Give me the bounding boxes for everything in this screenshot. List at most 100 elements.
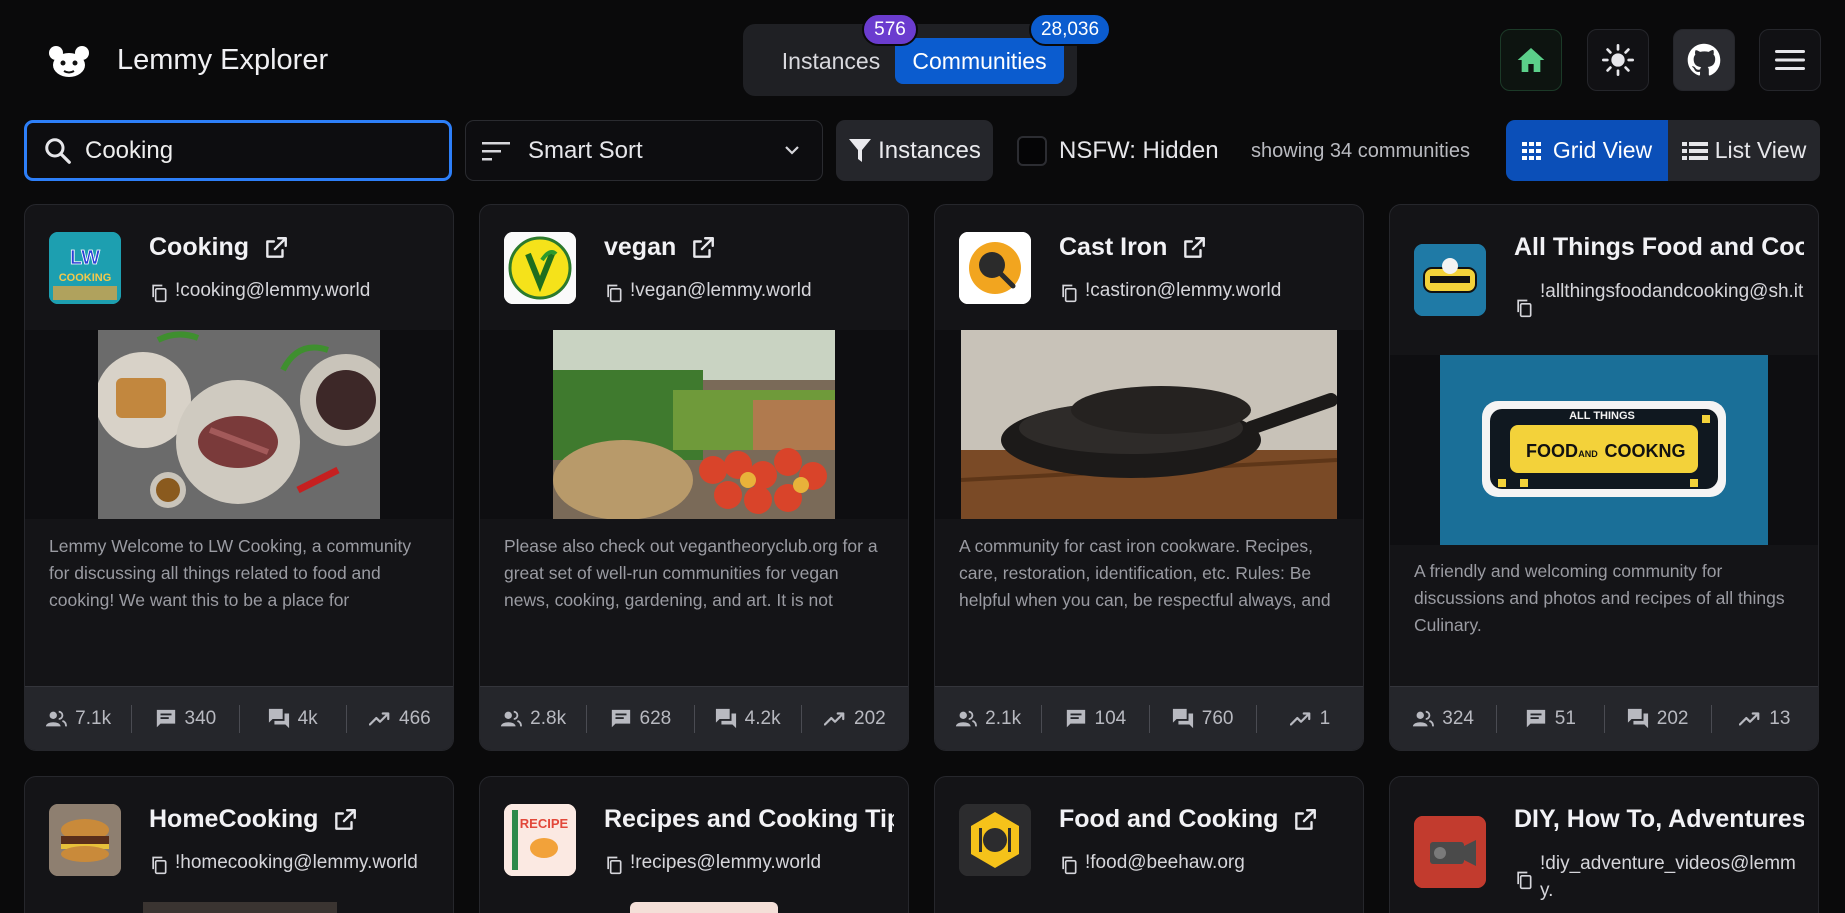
avatar-lettering: LW xyxy=(70,247,100,269)
community-title[interactable]: Cooking xyxy=(149,233,439,262)
copy-icon[interactable] xyxy=(604,283,624,303)
comments-icon xyxy=(1627,708,1649,730)
comments-stat: 4k xyxy=(240,708,346,730)
subscribers-stat: 324 xyxy=(1390,708,1496,730)
instances-count-badge: 576 xyxy=(862,13,918,46)
instances-filter-label: Instances xyxy=(878,136,981,164)
top-bar: Lemmy Explorer Instances Communities 576… xyxy=(0,0,1845,120)
external-link-icon[interactable] xyxy=(332,807,358,833)
github-icon xyxy=(1687,43,1721,76)
trend-stat: 13 xyxy=(1712,708,1818,730)
list-view-label: List View xyxy=(1714,137,1807,163)
nsfw-label[interactable]: NSFW: Hidden xyxy=(1059,137,1219,165)
community-handle[interactable]: !allthingsfoodandcooking@sh.it xyxy=(1514,280,1804,318)
posts-stat: 51 xyxy=(1497,708,1603,730)
community-banner xyxy=(25,330,453,519)
users-icon xyxy=(955,708,977,730)
community-title[interactable]: Cast Iron xyxy=(1059,233,1349,262)
banner-lettering: COOKNG xyxy=(1605,441,1686,461)
community-stats: 2.1k 104 760 1 xyxy=(935,686,1363,750)
community-handle[interactable]: !diy_adventure_videos@lemmy. xyxy=(1514,852,1804,904)
community-handle[interactable]: !homecooking@lemmy.world xyxy=(149,852,439,875)
community-title[interactable]: HomeCooking xyxy=(149,805,439,834)
community-card[interactable]: LW COOKING Cooking !cooking@lemmy.world L… xyxy=(24,204,454,751)
sort-select[interactable]: Smart Sort xyxy=(465,120,823,181)
community-avatar[interactable] xyxy=(49,804,121,876)
copy-icon[interactable] xyxy=(604,855,624,875)
results-count: showing 34 communities xyxy=(1251,140,1470,162)
trending-up-icon xyxy=(1290,708,1312,730)
community-card[interactable]: Cast Iron !castiron@lemmy.world A commun… xyxy=(934,204,1364,751)
lemmy-logo-icon[interactable] xyxy=(47,45,91,79)
trending-up-icon xyxy=(1739,708,1761,730)
community-handle[interactable]: !castiron@lemmy.world xyxy=(1059,280,1349,303)
community-avatar[interactable] xyxy=(1414,816,1486,888)
banner-lettering: FOOD xyxy=(1526,441,1578,461)
copy-icon[interactable] xyxy=(1514,870,1534,890)
trending-up-icon xyxy=(369,708,391,730)
search-icon xyxy=(45,137,71,164)
copy-icon[interactable] xyxy=(149,283,169,303)
comments-icon xyxy=(715,708,737,730)
subscribers-stat: 2.8k xyxy=(480,708,586,730)
community-avatar[interactable] xyxy=(1414,244,1486,316)
community-avatar[interactable] xyxy=(959,232,1031,304)
post-icon xyxy=(610,708,632,730)
post-icon xyxy=(155,708,177,730)
copy-icon[interactable] xyxy=(1059,855,1079,875)
comments-stat: 760 xyxy=(1150,708,1256,730)
nsfw-checkbox[interactable] xyxy=(1017,136,1047,166)
external-link-icon[interactable] xyxy=(1292,807,1318,833)
community-card[interactable]: All Things Food and Coo !allthingsfoodan… xyxy=(1389,204,1819,751)
community-banner xyxy=(143,902,337,913)
community-title[interactable]: vegan xyxy=(604,233,894,262)
community-handle[interactable]: !recipes@lemmy.world xyxy=(604,852,894,875)
github-button[interactable] xyxy=(1673,29,1735,91)
app-title[interactable]: Lemmy Explorer xyxy=(117,44,328,77)
posts-stat: 628 xyxy=(587,708,693,730)
community-stats: 7.1k 340 4k 466 xyxy=(25,686,453,750)
community-banner xyxy=(935,330,1363,519)
instances-filter-button[interactable]: Instances xyxy=(836,120,993,181)
home-icon xyxy=(1517,48,1545,72)
community-description: Lemmy Welcome to LW Cooking, a community… xyxy=(49,536,412,610)
community-card[interactable]: DIY, How To, Adventures !diy_adventure_v… xyxy=(1389,776,1819,913)
subscribers-stat: 7.1k xyxy=(25,708,131,730)
external-link-icon[interactable] xyxy=(1181,235,1207,261)
comments-stat: 4.2k xyxy=(695,708,801,730)
community-card[interactable]: vegan !vegan@lemmy.world Please also che… xyxy=(479,204,909,751)
community-card[interactable]: Food and Cooking !food@beehaw.org xyxy=(934,776,1364,913)
community-title[interactable]: Recipes and Cooking Tip xyxy=(604,805,894,834)
users-icon xyxy=(500,708,522,730)
community-banner xyxy=(480,330,908,519)
community-description: A friendly and welcoming community for d… xyxy=(1414,561,1785,635)
community-avatar[interactable] xyxy=(504,232,576,304)
external-link-icon[interactable] xyxy=(690,235,716,261)
grid-view-button[interactable]: Grid View xyxy=(1506,120,1668,181)
community-avatar[interactable]: RECIPE xyxy=(504,804,576,876)
copy-icon[interactable] xyxy=(1059,283,1079,303)
community-banner xyxy=(630,902,778,913)
external-link-icon[interactable] xyxy=(263,235,289,261)
community-handle[interactable]: !vegan@lemmy.world xyxy=(604,280,894,303)
community-card[interactable]: RECIPE Recipes and Cooking Tip !recipes@… xyxy=(479,776,909,913)
community-card[interactable]: HomeCooking !homecooking@lemmy.world xyxy=(24,776,454,913)
subscribers-stat: 2.1k xyxy=(935,708,1041,730)
copy-icon[interactable] xyxy=(1514,298,1534,318)
community-avatar[interactable] xyxy=(959,804,1031,876)
community-title[interactable]: All Things Food and Coo xyxy=(1514,233,1804,262)
home-button[interactable] xyxy=(1500,29,1562,91)
community-handle[interactable]: !food@beehaw.org xyxy=(1059,852,1349,875)
community-title[interactable]: DIY, How To, Adventures xyxy=(1514,805,1804,834)
menu-button[interactable] xyxy=(1759,29,1821,91)
list-view-button[interactable]: List View xyxy=(1668,120,1820,181)
community-handle[interactable]: !cooking@lemmy.world xyxy=(149,280,439,303)
comments-icon xyxy=(268,708,290,730)
theme-toggle-button[interactable] xyxy=(1587,29,1649,91)
community-title[interactable]: Food and Cooking xyxy=(1059,805,1349,834)
community-avatar[interactable]: LW COOKING xyxy=(49,232,121,304)
search-field[interactable] xyxy=(24,120,452,181)
sort-label: Smart Sort xyxy=(528,136,643,164)
search-input[interactable] xyxy=(85,136,405,165)
copy-icon[interactable] xyxy=(149,855,169,875)
